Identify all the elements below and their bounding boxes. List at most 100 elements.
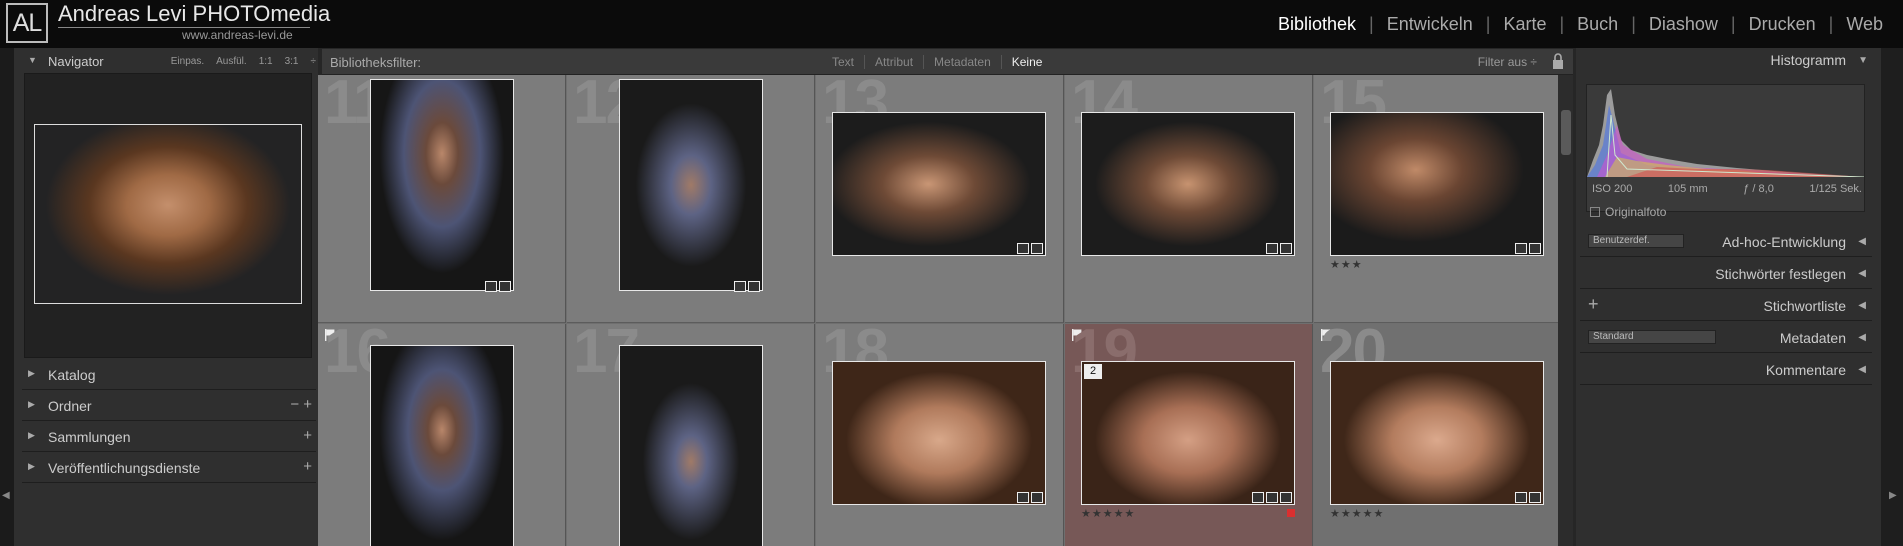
expand-triangle-icon: ▶ xyxy=(28,461,35,471)
develop-badge-icon[interactable] xyxy=(748,281,760,292)
module-web[interactable]: Web xyxy=(1840,14,1889,35)
filter-tab-metadaten[interactable]: Metadaten xyxy=(923,55,1001,69)
expand-triangle-icon: ◀ xyxy=(1858,332,1866,343)
lock-icon[interactable] xyxy=(1551,52,1565,70)
module-diashow[interactable]: Diashow xyxy=(1643,14,1724,35)
stack-count-badge[interactable]: 2 xyxy=(1084,364,1102,379)
original-photo-checkbox[interactable] xyxy=(1590,207,1600,217)
right-section-stichwoerter-festlegen[interactable]: Stichwörter festlegen ◀ xyxy=(1580,258,1872,289)
develop-badge-icon[interactable] xyxy=(1280,492,1292,503)
keyword-badge-icon[interactable] xyxy=(1266,243,1278,254)
module-buch[interactable]: Buch xyxy=(1571,14,1624,35)
minus-plus-icon[interactable]: − + xyxy=(290,396,312,413)
grid-cell[interactable]: 13 xyxy=(816,75,1064,323)
photo-thumbnail[interactable] xyxy=(370,345,514,546)
right-section-metadaten[interactable]: Standard Metadaten ◀ xyxy=(1580,322,1872,353)
navigator-title: Navigator xyxy=(48,54,104,69)
develop-badge-icon[interactable] xyxy=(1529,492,1541,503)
red-color-label[interactable] xyxy=(1287,509,1295,517)
saved-preset-select[interactable]: Benutzerdef. xyxy=(1588,234,1684,248)
photo-thumbnail[interactable] xyxy=(1330,361,1544,505)
photo-thumbnail[interactable] xyxy=(619,79,763,291)
module-entwickeln[interactable]: Entwickeln xyxy=(1381,14,1479,35)
section-label: Sammlungen xyxy=(48,429,131,445)
photo-thumbnail[interactable] xyxy=(832,361,1046,505)
right-panel-edge[interactable] xyxy=(1881,48,1903,546)
develop-badge-icon[interactable] xyxy=(1529,243,1541,254)
zoom-fit[interactable]: Einpas. xyxy=(171,56,204,67)
filter-tab-keine[interactable]: Keine xyxy=(1000,55,1053,69)
grid-cell[interactable]: 16 xyxy=(318,324,566,546)
module-separator: | xyxy=(1485,14,1491,34)
metadata-preset-select[interactable]: Standard xyxy=(1588,330,1716,344)
module-bibliothek[interactable]: Bibliothek xyxy=(1272,14,1362,35)
develop-badge-icon[interactable] xyxy=(1280,243,1292,254)
grid-cell[interactable]: 12 xyxy=(567,75,815,323)
zoom-menu-icon[interactable]: ÷ xyxy=(311,56,317,67)
grid-cell[interactable]: 11 xyxy=(318,75,566,323)
module-karte[interactable]: Karte xyxy=(1497,14,1552,35)
filter-tab-attribut[interactable]: Attribut xyxy=(864,55,923,69)
zoom-1-1[interactable]: 1:1 xyxy=(259,56,273,67)
develop-badge-icon[interactable] xyxy=(499,281,511,292)
grid-cell[interactable]: 15 ★★★ xyxy=(1314,75,1562,323)
original-photo-toggle[interactable]: Originalfoto xyxy=(1590,205,1666,219)
left-section-veroeffentlichungsdienste[interactable]: ▶ Veröffentlichungsdienste + xyxy=(22,453,316,483)
collapse-triangle-icon[interactable]: ▼ xyxy=(28,55,37,65)
exif-readout: ISO 200 105 mm ƒ / 8,0 1/125 Sek. xyxy=(1592,183,1862,195)
photo-thumbnail[interactable] xyxy=(832,112,1046,256)
keyword-badge-icon[interactable] xyxy=(1017,243,1029,254)
navigator-preview-image[interactable] xyxy=(34,124,302,304)
photo-thumbnail[interactable] xyxy=(1081,112,1295,256)
expand-triangle-icon: ▶ xyxy=(28,430,35,440)
section-label: Katalog xyxy=(48,367,96,383)
star-rating[interactable]: ★★★★★ xyxy=(1081,507,1135,520)
photo-thumbnail[interactable] xyxy=(619,345,763,546)
left-section-katalog[interactable]: ▶ Katalog xyxy=(22,360,316,390)
filter-preset-dropdown[interactable]: Filter aus ÷ xyxy=(1478,55,1537,69)
left-panel-toggle-icon[interactable]: ◀ xyxy=(2,490,10,501)
keyword-badge-icon[interactable] xyxy=(1017,492,1029,503)
photo-thumbnail[interactable] xyxy=(370,79,514,291)
plus-icon[interactable]: + xyxy=(1588,294,1599,315)
star-rating[interactable]: ★★★★★ xyxy=(1330,507,1384,520)
grid-cell[interactable]: 14 xyxy=(1065,75,1313,323)
zoom-3-1[interactable]: 3:1 xyxy=(285,56,299,67)
left-panel-edge[interactable] xyxy=(0,48,14,546)
right-section-adhoc-entwicklung[interactable]: Benutzerdef. Ad-hoc-Entwicklung ◀ xyxy=(1580,226,1872,257)
plus-icon[interactable]: + xyxy=(303,427,312,444)
grid-cell-selected[interactable]: 19 2 ★★★★★ xyxy=(1065,324,1313,546)
right-section-kommentare[interactable]: Kommentare ◀ xyxy=(1580,354,1872,385)
aperture-value: ƒ / 8,0 xyxy=(1743,183,1774,195)
photo-thumbnail[interactable] xyxy=(1081,361,1295,505)
keyword-badge-icon[interactable] xyxy=(1515,492,1527,503)
module-drucken[interactable]: Drucken xyxy=(1743,14,1822,35)
grid-cell[interactable]: 20 ★★★★★ xyxy=(1314,324,1562,546)
left-section-ordner[interactable]: ▶ Ordner − + xyxy=(22,391,316,421)
crop-badge-icon[interactable] xyxy=(1266,492,1278,503)
histogram-header[interactable]: Histogramm ▼ xyxy=(1580,52,1872,72)
grid-cell[interactable]: 18 xyxy=(816,324,1064,546)
keyword-badge-icon[interactable] xyxy=(734,281,746,292)
left-section-sammlungen[interactable]: ▶ Sammlungen + xyxy=(22,422,316,452)
star-rating[interactable]: ★★★ xyxy=(1330,258,1363,271)
zoom-fill[interactable]: Ausfül. xyxy=(216,56,247,67)
grid-cell[interactable]: 17 xyxy=(567,324,815,546)
photo-thumbnail[interactable] xyxy=(1330,112,1544,256)
keyword-badge-icon[interactable] xyxy=(1515,243,1527,254)
develop-badge-icon[interactable] xyxy=(1031,492,1043,503)
right-section-stichwortliste[interactable]: + Stichwortliste ◀ xyxy=(1580,290,1872,321)
collapse-triangle-icon[interactable]: ▼ xyxy=(1858,55,1868,66)
histogram-graph xyxy=(1587,89,1865,178)
expand-triangle-icon: ◀ xyxy=(1858,300,1866,311)
keyword-badge-icon[interactable] xyxy=(1252,492,1264,503)
plus-icon[interactable]: + xyxy=(303,458,312,475)
navigator-header[interactable]: ▼ Navigator Einpas. Ausfül. 1:1 3:1 ÷ xyxy=(22,51,316,71)
keyword-badge-icon[interactable] xyxy=(485,281,497,292)
develop-badge-icon[interactable] xyxy=(1031,243,1043,254)
expand-triangle-icon: ◀ xyxy=(1858,236,1866,247)
grid-scrollbar-thumb[interactable] xyxy=(1561,110,1571,155)
section-label: Ordner xyxy=(48,398,92,414)
filter-tab-text[interactable]: Text xyxy=(822,55,864,69)
right-panel-toggle-icon[interactable]: ▶ xyxy=(1889,490,1897,501)
